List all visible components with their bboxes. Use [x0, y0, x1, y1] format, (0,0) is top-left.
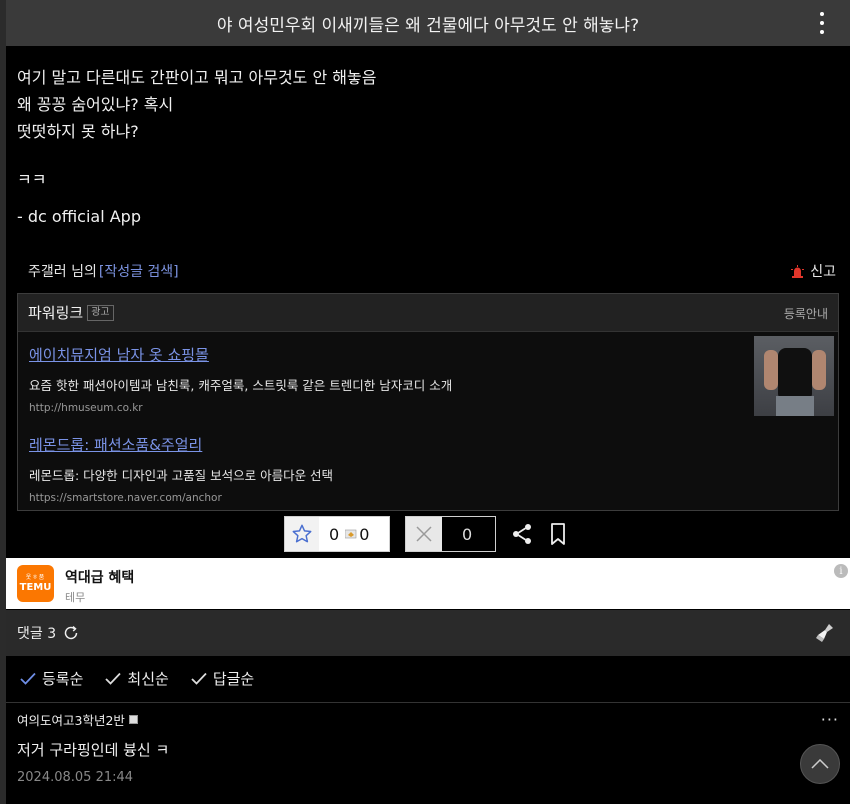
recommend-button[interactable]: 0 0: [284, 516, 390, 552]
ad-url: http://hmuseum.co.kr: [29, 402, 143, 414]
check-icon: [105, 672, 122, 685]
comments-header: 댓글 3: [6, 610, 850, 656]
ad-title-link[interactable]: 에이치뮤지엄 남자 옷 쇼핑몰: [29, 344, 452, 365]
ad-description: 레몬드롭: 다양한 디자인과 고품질 보석으로 아름다운 선택: [29, 468, 334, 483]
x-icon: [406, 517, 442, 551]
post-body-line: ㅋㅋ: [17, 170, 47, 189]
share-icon[interactable]: [510, 522, 534, 546]
info-icon[interactable]: i: [834, 564, 848, 578]
ad-url: https://smartstore.naver.com/anchor: [29, 492, 222, 504]
check-icon: [20, 672, 36, 685]
post-signature: - dc official App: [17, 207, 141, 226]
temu-logo-small-text: 옷ㅎ품: [25, 574, 46, 581]
sort-by-latest[interactable]: 최신순: [105, 668, 169, 689]
comment-author[interactable]: 여의도여고3학년2반: [17, 710, 125, 729]
powerlink-ad-box: 파워링크 광고 등록안내 에이치뮤지엄 남자 옷 쇼핑몰 요즘 핫한 패션아이템…: [17, 293, 839, 511]
siren-icon: [791, 264, 805, 278]
recommend-count: 0: [329, 524, 340, 544]
author-row: 주갤러 님의 [작성글 검색] 신고: [28, 260, 836, 282]
fixed-recommend-count: 0: [359, 524, 370, 544]
chevron-up-icon: [811, 759, 829, 769]
fixed-recommend-icon: [345, 529, 357, 539]
post-title: 야 여성민우회 이새끼들은 왜 건물에다 아무것도 안 해놓냐?: [216, 15, 640, 36]
author-name: 주갤러 님의: [28, 264, 97, 280]
ad-badge: 광고: [87, 304, 114, 321]
ad-title-link[interactable]: 레몬드롭: 패션소품&주얼리: [29, 434, 333, 455]
scroll-to-top-button[interactable]: [800, 744, 840, 784]
powerlink-header: 파워링크 광고 등록안내: [18, 294, 838, 332]
sort-option-label: 등록순: [42, 670, 84, 688]
bookmark-icon[interactable]: [548, 522, 568, 546]
post-view: 야 여성민우회 이새끼들은 왜 건물에다 아무것도 안 해놓냐? 여기 말고 다…: [6, 0, 850, 804]
temu-logo[interactable]: 옷ㅎ품 TEMU: [17, 565, 54, 602]
sort-by-replies[interactable]: 답글순: [191, 668, 254, 689]
ad-description: 요즘 핫한 패션아이템과 남친룩, 캐주얼룩, 스트릿룩 같은 트렌디한 남자코…: [29, 378, 453, 393]
post-body-line: 여기 말고 다른대도 간판이고 뭐고 아무것도 안 해놓음: [17, 68, 377, 87]
ad-registration-guide-link[interactable]: 등록안내: [784, 305, 828, 322]
star-icon: [285, 517, 319, 551]
post-body: 여기 말고 다른대도 간판이고 뭐고 아무것도 안 해놓음 왜 꽁꽁 숨어있냐?…: [17, 64, 376, 230]
broom-icon[interactable]: [814, 621, 838, 645]
more-options-icon[interactable]: [814, 12, 830, 34]
report-button[interactable]: 신고: [791, 261, 836, 281]
promo-subtitle: 테무: [65, 591, 86, 604]
not-recommend-count: 0: [462, 524, 473, 544]
promo-title[interactable]: 역대급 혜택: [65, 567, 134, 587]
comment-count-label: 댓글 3: [17, 626, 57, 642]
post-body-line: 왜 꽁꽁 숨어있냐? 혹시: [17, 95, 174, 114]
post-body-line: 떳떳하지 못 하냐?: [17, 122, 139, 141]
divider: [6, 702, 850, 703]
comment-author-row: 여의도여고3학년2반: [17, 710, 839, 729]
sort-option-label: 답글순: [212, 670, 255, 688]
ad-item: 레몬드롭: 패션소품&주얼리 레몬드롭: 다양한 디자인과 고품질 보석으로 아…: [29, 434, 333, 504]
sort-by-registered[interactable]: 등록순: [20, 668, 83, 689]
promo-banner[interactable]: 옷ㅎ품 TEMU 역대급 혜택 테무 i: [6, 558, 850, 609]
sort-option-label: 최신순: [127, 670, 169, 688]
report-label: 신고: [810, 264, 836, 280]
comment-sort-options: 등록순 최신순 답글순: [20, 668, 276, 689]
refresh-icon[interactable]: [62, 624, 80, 642]
not-recommend-button[interactable]: 0: [405, 516, 496, 552]
comment-text: 저거 구라핑인데 븅신 ㅋ: [17, 741, 170, 759]
check-icon: [191, 672, 207, 685]
temu-logo-text: TEMU: [19, 582, 52, 593]
author-posts-search-link[interactable]: [작성글 검색]: [99, 261, 179, 281]
comment-more-button[interactable]: ···: [821, 710, 839, 729]
comment-item: 여의도여고3학년2반 저거 구라핑인데 븅신 ㅋ 2024.08.05 21:4…: [17, 710, 839, 785]
post-header: 야 여성민우회 이새끼들은 왜 건물에다 아무것도 안 해놓냐?: [6, 0, 850, 46]
comment-date: 2024.08.05 21:44: [17, 770, 134, 785]
reaction-bar: 0 0 0: [284, 516, 568, 552]
ad-item: 에이치뮤지엄 남자 옷 쇼핑몰 요즘 핫한 패션아이템과 남친룩, 캐주얼룩, …: [29, 344, 452, 414]
powerlink-title: 파워링크: [28, 304, 84, 322]
ad-thumbnail-image[interactable]: [754, 336, 834, 416]
user-badge-icon: [128, 715, 138, 724]
